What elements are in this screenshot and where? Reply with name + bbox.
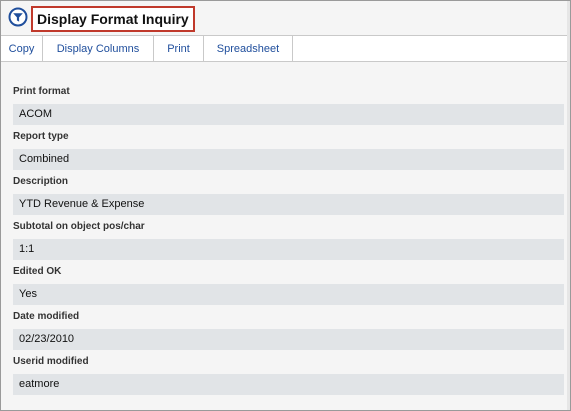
field-print-format: Print format ACOM: [13, 85, 564, 125]
field-value[interactable]: eatmore: [13, 374, 564, 395]
field-label: Userid modified: [13, 356, 89, 367]
form-content: Print format ACOM Report type Combined D…: [1, 62, 570, 410]
display-columns-button[interactable]: Display Columns: [43, 36, 154, 61]
field-label: Date modified: [13, 311, 80, 322]
field-value[interactable]: 1:1: [13, 239, 564, 260]
field-label: Subtotal on object pos/char: [13, 221, 145, 232]
field-userid-modified: Userid modified eatmore: [13, 355, 564, 395]
field-report-type: Report type Combined: [13, 130, 564, 170]
field-value[interactable]: YTD Revenue & Expense: [13, 194, 564, 215]
field-value[interactable]: Yes: [13, 284, 564, 305]
page-title-box: Display Format Inquiry: [31, 6, 195, 32]
inquiry-window: Display Format Inquiry Copy Display Colu…: [0, 0, 571, 411]
print-button[interactable]: Print: [154, 36, 204, 61]
field-value[interactable]: ACOM: [13, 104, 564, 125]
title-bar: Display Format Inquiry: [1, 1, 570, 36]
field-subtotal-object-pos-char: Subtotal on object pos/char 1:1: [13, 220, 564, 260]
field-label: Print format: [13, 86, 70, 97]
filter-funnel-icon[interactable]: [8, 7, 28, 27]
field-description: Description YTD Revenue & Expense: [13, 175, 564, 215]
toolbar: Copy Display Columns Print Spreadsheet: [1, 36, 570, 62]
field-edited-ok: Edited OK Yes: [13, 265, 564, 305]
field-label: Description: [13, 176, 69, 187]
field-value[interactable]: Combined: [13, 149, 564, 170]
field-date-modified: Date modified 02/23/2010: [13, 310, 564, 350]
copy-button[interactable]: Copy: [1, 36, 43, 61]
field-label: Report type: [13, 131, 69, 142]
spreadsheet-button[interactable]: Spreadsheet: [204, 36, 293, 61]
field-value[interactable]: 02/23/2010: [13, 329, 564, 350]
window-edge: [567, 1, 570, 410]
page-title: Display Format Inquiry: [37, 11, 189, 27]
field-label: Edited OK: [13, 266, 62, 277]
